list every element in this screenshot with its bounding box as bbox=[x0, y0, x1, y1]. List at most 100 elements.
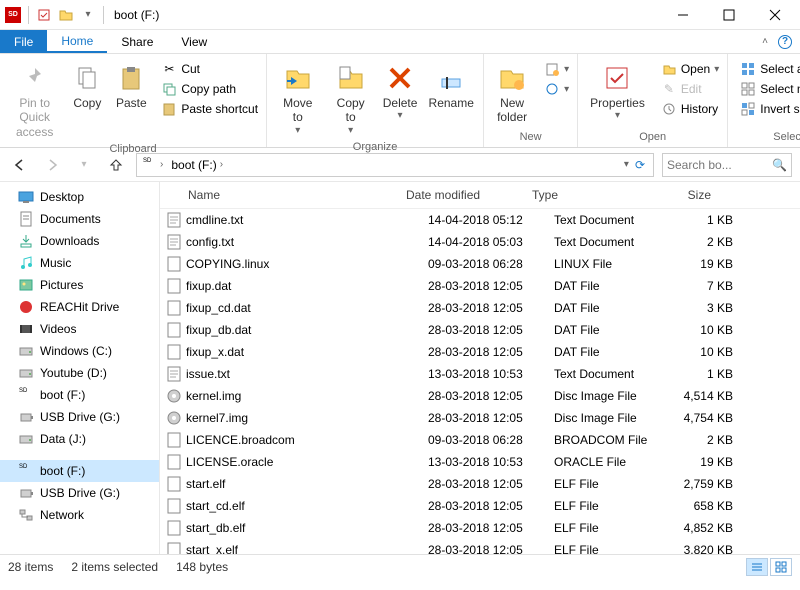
up-button[interactable] bbox=[104, 153, 128, 177]
col-name[interactable]: Name bbox=[160, 186, 398, 204]
status-bar: 28 items 2 items selected 148 bytes bbox=[0, 554, 800, 578]
pin-quick-access-button[interactable]: Pin to Quick access bbox=[6, 60, 63, 141]
file-row[interactable]: cmdline.txt14-04-2018 05:12Text Document… bbox=[160, 209, 800, 231]
history-button[interactable]: History bbox=[659, 100, 721, 118]
nav-item[interactable]: Data (J:) bbox=[0, 428, 159, 450]
delete-button[interactable]: Delete▾ bbox=[379, 60, 421, 124]
ribbon-toggle-icon[interactable]: ˄ bbox=[762, 36, 768, 47]
col-size[interactable]: Size bbox=[639, 186, 719, 204]
tab-home[interactable]: Home bbox=[47, 30, 107, 53]
rename-button[interactable]: Rename bbox=[425, 60, 477, 112]
file-row[interactable]: issue.txt13-03-2018 10:53Text Document1 … bbox=[160, 363, 800, 385]
details-view-button[interactable] bbox=[746, 558, 768, 576]
nav-item[interactable]: Music bbox=[0, 252, 159, 274]
open-icon bbox=[661, 61, 677, 77]
nav-item[interactable]: USB Drive (G:) bbox=[0, 406, 159, 428]
tab-share[interactable]: Share bbox=[107, 30, 167, 53]
select-all-button[interactable]: Select all bbox=[738, 60, 800, 78]
file-row[interactable]: start_db.elf28-03-2018 12:05ELF File4,85… bbox=[160, 517, 800, 539]
column-headers[interactable]: Name Date modified Type Size bbox=[160, 182, 800, 209]
nav-item[interactable]: REACHit Drive bbox=[0, 296, 159, 318]
nav-item[interactable]: Videos bbox=[0, 318, 159, 340]
file-type: DAT File bbox=[546, 299, 661, 317]
paste-button[interactable]: Paste bbox=[111, 60, 151, 112]
breadcrumb-dropdown-icon[interactable]: ▾ bbox=[624, 159, 629, 170]
copy-path-button[interactable]: Copy path bbox=[159, 80, 260, 98]
tab-view[interactable]: View bbox=[167, 30, 221, 53]
back-button[interactable] bbox=[8, 153, 32, 177]
file-row[interactable]: kernel7.img28-03-2018 12:05Disc Image Fi… bbox=[160, 407, 800, 429]
close-button[interactable] bbox=[752, 0, 798, 30]
nav-item[interactable]: Pictures bbox=[0, 274, 159, 296]
new-item-button[interactable]: ▾ bbox=[542, 60, 571, 78]
file-row[interactable]: fixup_db.dat28-03-2018 12:05DAT File10 K… bbox=[160, 319, 800, 341]
nav-item[interactable]: SDboot (F:) bbox=[0, 384, 159, 406]
paste-shortcut-button[interactable]: Paste shortcut bbox=[159, 100, 260, 118]
drive-icon bbox=[18, 365, 34, 381]
file-row[interactable]: fixup.dat28-03-2018 12:05DAT File7 KB bbox=[160, 275, 800, 297]
file-row[interactable]: start.elf28-03-2018 12:05ELF File2,759 K… bbox=[160, 473, 800, 495]
file-size: 658 KB bbox=[661, 497, 741, 515]
file-row[interactable]: fixup_cd.dat28-03-2018 12:05DAT File3 KB bbox=[160, 297, 800, 319]
drive-icon bbox=[18, 431, 34, 447]
file-name: fixup_cd.dat bbox=[182, 299, 420, 317]
file-row[interactable]: COPYING.linux09-03-2018 06:28LINUX File1… bbox=[160, 253, 800, 275]
file-row[interactable]: start_cd.elf28-03-2018 12:05ELF File658 … bbox=[160, 495, 800, 517]
qat-folder-icon[interactable] bbox=[57, 6, 75, 24]
copy-to-button[interactable]: Copy to▾ bbox=[327, 60, 375, 139]
file-name: start_x.elf bbox=[182, 541, 420, 554]
col-date[interactable]: Date modified bbox=[398, 186, 524, 204]
file-name: kernel.img bbox=[182, 387, 420, 405]
file-tab[interactable]: File bbox=[0, 30, 47, 53]
file-row[interactable]: LICENCE.broadcom09-03-2018 06:28BROADCOM… bbox=[160, 429, 800, 451]
refresh-button[interactable]: ⟳ bbox=[635, 158, 645, 172]
help-icon[interactable]: ? bbox=[778, 35, 792, 49]
nav-item[interactable]: Windows (C:) bbox=[0, 340, 159, 362]
minimize-button[interactable] bbox=[660, 0, 706, 30]
breadcrumb-item[interactable]: boot (F:)› bbox=[169, 158, 225, 172]
nav-item-label: Videos bbox=[40, 322, 76, 336]
nav-item-label: Music bbox=[40, 256, 71, 270]
history-icon bbox=[661, 101, 677, 117]
search-input[interactable]: Search bo... 🔍 bbox=[662, 153, 792, 177]
nav-item[interactable]: Documents bbox=[0, 208, 159, 230]
select-none-button[interactable]: Select none bbox=[738, 80, 800, 98]
easy-access-button[interactable]: ▾ bbox=[542, 80, 571, 98]
file-type: ELF File bbox=[546, 541, 661, 554]
navigation-pane[interactable]: Desktop Documents Downloads Music PicturesRE… bbox=[0, 182, 160, 554]
file-row[interactable]: kernel.img28-03-2018 12:05Disc Image Fil… bbox=[160, 385, 800, 407]
file-list[interactable]: cmdline.txt14-04-2018 05:12Text Document… bbox=[160, 209, 800, 554]
edit-button[interactable]: ✎Edit bbox=[659, 80, 721, 98]
properties-button[interactable]: Properties▾ bbox=[584, 60, 651, 124]
nav-item[interactable]: Downloads bbox=[0, 230, 159, 252]
qat-properties-icon[interactable] bbox=[35, 6, 53, 24]
move-to-button[interactable]: Move to▾ bbox=[273, 60, 322, 139]
nav-item[interactable]: USB Drive (G:) bbox=[0, 482, 159, 504]
copy-button[interactable]: Copy bbox=[67, 60, 107, 112]
qat-dropdown-icon[interactable]: ▾ bbox=[79, 6, 97, 24]
nav-item[interactable]: Network bbox=[0, 504, 159, 526]
open-button[interactable]: Open▾ bbox=[659, 60, 721, 78]
breadcrumb-root[interactable]: SD› bbox=[141, 158, 165, 172]
file-date: 09-03-2018 06:28 bbox=[420, 431, 546, 449]
nav-item[interactable]: SDboot (F:) bbox=[0, 460, 159, 482]
col-type[interactable]: Type bbox=[524, 186, 639, 204]
nav-item-label: Documents bbox=[40, 212, 101, 226]
file-row[interactable]: fixup_x.dat28-03-2018 12:05DAT File10 KB bbox=[160, 341, 800, 363]
nav-item[interactable]: Desktop bbox=[0, 186, 159, 208]
nav-item[interactable]: Youtube (D:) bbox=[0, 362, 159, 384]
maximize-button[interactable] bbox=[706, 0, 752, 30]
new-folder-button[interactable]: New folder bbox=[490, 60, 534, 127]
file-row[interactable]: start_x.elf28-03-2018 12:05ELF File3,820… bbox=[160, 539, 800, 554]
recent-button[interactable]: ▾ bbox=[72, 153, 96, 177]
invert-selection-button[interactable]: Invert selection bbox=[738, 100, 800, 118]
file-date: 13-03-2018 10:53 bbox=[420, 453, 546, 471]
file-size: 19 KB bbox=[661, 453, 741, 471]
thumbnails-view-button[interactable] bbox=[770, 558, 792, 576]
file-row[interactable]: LICENSE.oracle13-03-2018 10:53ORACLE Fil… bbox=[160, 451, 800, 473]
breadcrumb[interactable]: SD› boot (F:)› ▾ ⟳ bbox=[136, 153, 654, 177]
forward-button[interactable] bbox=[40, 153, 64, 177]
file-row[interactable]: config.txt14-04-2018 05:03Text Document2… bbox=[160, 231, 800, 253]
cut-button[interactable]: ✂Cut bbox=[159, 60, 260, 78]
title-bar: SD ▾ boot (F:) bbox=[0, 0, 800, 30]
